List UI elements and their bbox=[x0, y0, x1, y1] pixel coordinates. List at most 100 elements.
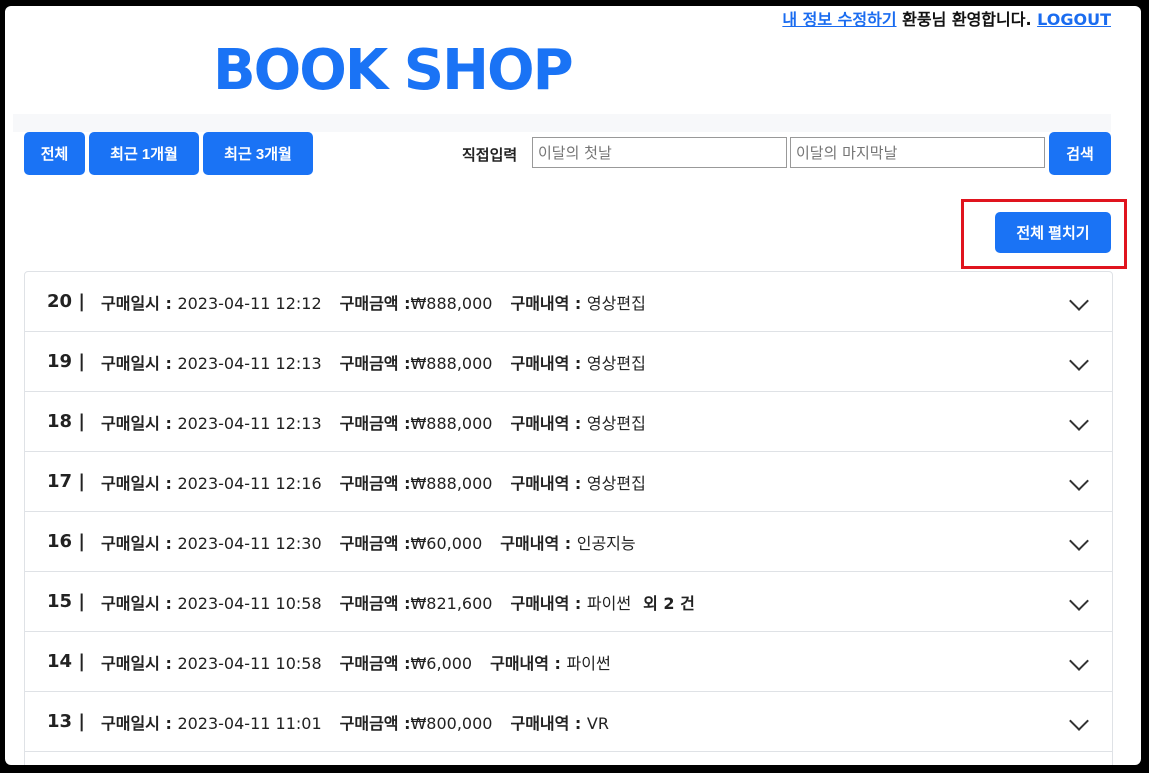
order-date: 구매일시 : 2023-04-11 12:13 bbox=[101, 410, 322, 434]
order-date-value: 2023-04-11 12:16 bbox=[177, 473, 322, 493]
start-date-input[interactable] bbox=[532, 137, 787, 168]
order-date-value: 2023-04-11 12:13 bbox=[177, 413, 322, 433]
chevron-down-icon[interactable] bbox=[1069, 651, 1089, 671]
chevron-down-icon[interactable] bbox=[1069, 591, 1089, 611]
order-row[interactable]: 20 | 구매일시 : 2023-04-11 12:12 구매금액 :₩888,00… bbox=[25, 272, 1112, 332]
order-amount-label: 구매금액 : bbox=[339, 293, 411, 313]
order-date-label: 구매일시 : bbox=[101, 653, 172, 673]
order-amount-label: 구매금액 : bbox=[339, 413, 411, 433]
logout-link[interactable]: LOGOUT bbox=[1037, 10, 1111, 29]
order-amount: 구매금액 :₩888,000 bbox=[340, 410, 493, 434]
order-items-label: 구매내역 : bbox=[510, 593, 582, 613]
order-row[interactable]: 13 | 구매일시 : 2023-04-11 11:01 구매금액 :₩800,00… bbox=[25, 692, 1112, 752]
chevron-down-icon[interactable] bbox=[1069, 291, 1089, 311]
order-row[interactable]: 15 | 구매일시 : 2023-04-11 10:58 구매금액 :₩821,60… bbox=[25, 572, 1112, 632]
site-logo[interactable]: BOOK SHOP bbox=[213, 38, 574, 103]
filter-all-button[interactable]: 전체 bbox=[24, 132, 85, 175]
order-items-value: 영상편집 bbox=[586, 293, 646, 313]
order-date: 구매일시 : 2023-04-11 10:58 bbox=[101, 590, 322, 614]
order-number: 17 | bbox=[47, 471, 85, 492]
order-number: 15 | bbox=[47, 591, 85, 612]
order-items-label: 구매내역 : bbox=[510, 473, 582, 493]
chevron-down-icon[interactable] bbox=[1069, 351, 1089, 371]
order-amount: 구매금액 :₩888,000 bbox=[340, 350, 493, 374]
order-number: 19 | bbox=[47, 351, 85, 372]
order-items-label: 구매내역 : bbox=[510, 353, 582, 373]
order-amount-value: ₩888,000 bbox=[410, 293, 493, 313]
order-amount-label: 구매금액 : bbox=[339, 713, 411, 733]
order-items-label: 구매내역 : bbox=[510, 293, 582, 313]
order-row[interactable]: 16 | 구매일시 : 2023-04-11 12:30 구매금액 :₩60,000… bbox=[25, 512, 1112, 572]
order-items-label: 구매내역 : bbox=[490, 653, 561, 673]
order-date-label: 구매일시 : bbox=[101, 353, 172, 373]
order-number: 20 | bbox=[47, 291, 85, 312]
chevron-down-icon[interactable] bbox=[1069, 711, 1089, 731]
page-window: 내 정보 수정하기 환풍님 환영합니다. LOGOUT BOOK SHOP 전체… bbox=[5, 6, 1141, 765]
edit-profile-link[interactable]: 내 정보 수정하기 bbox=[782, 10, 896, 29]
order-amount-value: ₩6,000 bbox=[410, 653, 473, 673]
order-items: 구매내역 : 파이썬 bbox=[510, 590, 631, 614]
order-date-label: 구매일시 : bbox=[101, 533, 172, 553]
order-number: 18 | bbox=[47, 411, 85, 432]
user-bar: 내 정보 수정하기 환풍님 환영합니다. LOGOUT bbox=[782, 6, 1111, 30]
order-date-label: 구매일시 : bbox=[101, 713, 172, 733]
filter-3month-button[interactable]: 최근 3개월 bbox=[203, 132, 313, 175]
order-row[interactable]: 17 | 구매일시 : 2023-04-11 12:16 구매금액 :₩888,00… bbox=[25, 452, 1112, 512]
order-date-value: 2023-04-11 12:12 bbox=[177, 293, 322, 313]
order-date: 구매일시 : 2023-04-11 12:12 bbox=[101, 290, 322, 314]
order-date-label: 구매일시 : bbox=[101, 473, 172, 493]
order-number: 13 | bbox=[47, 711, 85, 732]
order-number: 16 | bbox=[47, 531, 85, 552]
order-amount: 구매금액 :₩888,000 bbox=[340, 290, 493, 314]
order-items-label: 구매내역 : bbox=[510, 413, 582, 433]
order-date-label: 구매일시 : bbox=[101, 293, 172, 313]
order-amount: 구매금액 :₩821,600 bbox=[340, 590, 493, 614]
order-amount: 구매금액 :₩888,000 bbox=[340, 470, 493, 494]
order-date-value: 2023-04-11 12:30 bbox=[177, 533, 322, 553]
order-amount-label: 구매금액 : bbox=[339, 473, 411, 493]
order-date: 구매일시 : 2023-04-11 12:16 bbox=[101, 470, 322, 494]
order-date-value: 2023-04-11 12:13 bbox=[177, 353, 322, 373]
order-items: 구매내역 : VR bbox=[510, 710, 609, 734]
order-amount: 구매금액 :₩800,000 bbox=[340, 710, 493, 734]
order-amount-value: ₩60,000 bbox=[410, 533, 483, 553]
order-number: 14 | bbox=[47, 651, 85, 672]
order-items-label: 구매내역 : bbox=[500, 533, 572, 553]
order-items-value: 영상편집 bbox=[586, 413, 646, 433]
order-amount-value: ₩888,000 bbox=[410, 413, 493, 433]
end-date-input[interactable] bbox=[790, 137, 1045, 168]
header-divider bbox=[13, 114, 1111, 132]
chevron-down-icon[interactable] bbox=[1069, 411, 1089, 431]
welcome-text: 환풍님 환영합니다. bbox=[902, 10, 1032, 29]
order-date-label: 구매일시 : bbox=[101, 593, 172, 613]
order-date-value: 2023-04-11 10:58 bbox=[177, 653, 322, 673]
order-amount-label: 구매금액 : bbox=[339, 653, 411, 673]
order-date: 구매일시 : 2023-04-11 12:30 bbox=[101, 530, 322, 554]
direct-input-label: 직접입력 bbox=[462, 146, 518, 164]
order-amount-value: ₩888,000 bbox=[410, 353, 493, 373]
order-date: 구매일시 : 2023-04-11 11:01 bbox=[101, 710, 322, 734]
order-amount-label: 구매금액 : bbox=[339, 593, 411, 613]
order-row[interactable]: 14 | 구매일시 : 2023-04-11 10:58 구매금액 :₩6,000 구… bbox=[25, 632, 1112, 692]
order-items-label: 구매내역 : bbox=[510, 713, 582, 733]
order-date: 구매일시 : 2023-04-11 10:58 bbox=[101, 650, 322, 674]
order-amount-label: 구매금액 : bbox=[339, 353, 411, 373]
order-items: 구매내역 : 영상편집 bbox=[510, 290, 645, 314]
order-list: 20 | 구매일시 : 2023-04-11 12:12 구매금액 :₩888,00… bbox=[24, 271, 1113, 765]
chevron-down-icon[interactable] bbox=[1069, 471, 1089, 491]
order-items: 구매내역 : 영상편집 bbox=[510, 350, 645, 374]
search-button[interactable]: 검색 bbox=[1049, 132, 1111, 175]
order-items: 구매내역 : 영상편집 bbox=[510, 470, 645, 494]
order-items-value: 파이썬 bbox=[566, 653, 611, 673]
order-row[interactable]: 19 | 구매일시 : 2023-04-11 12:13 구매금액 :₩888,00… bbox=[25, 332, 1112, 392]
order-items: 구매내역 : 파이썬 bbox=[490, 650, 611, 674]
order-amount-value: ₩821,600 bbox=[410, 593, 493, 613]
order-amount: 구매금액 :₩6,000 bbox=[340, 650, 472, 674]
order-date: 구매일시 : 2023-04-11 12:13 bbox=[101, 350, 322, 374]
order-row[interactable]: 18 | 구매일시 : 2023-04-11 12:13 구매금액 :₩888,00… bbox=[25, 392, 1112, 452]
annotation-highlight-box bbox=[961, 199, 1127, 269]
chevron-down-icon[interactable] bbox=[1069, 531, 1089, 551]
order-date-value: 2023-04-11 10:58 bbox=[177, 593, 322, 613]
order-amount-value: ₩888,000 bbox=[410, 473, 493, 493]
filter-1month-button[interactable]: 최근 1개월 bbox=[89, 132, 199, 175]
